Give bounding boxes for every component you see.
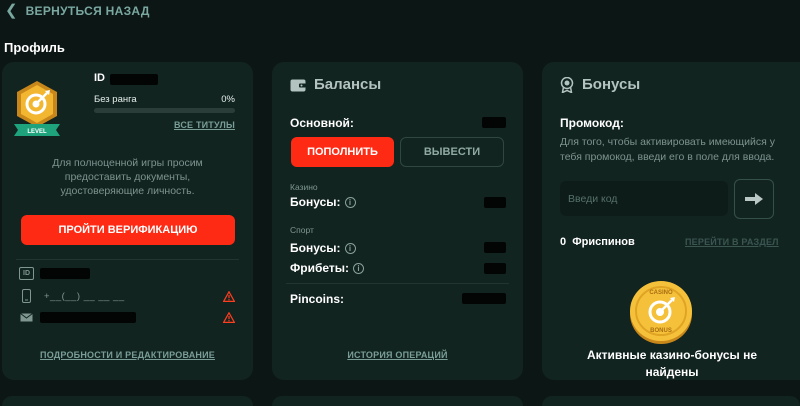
balances-title: Балансы	[314, 76, 382, 93]
wallet-icon	[290, 79, 306, 91]
balances-card: Балансы Основной: ПОПОЛНИТЬ ВЫВЕСТИ Кази…	[272, 62, 523, 380]
bonuses-card: Бонусы Промокод: Для того, чтобы активир…	[542, 62, 800, 380]
redacted-freebets	[484, 263, 506, 274]
coin-top-text: CASINO	[649, 290, 673, 296]
next-card-stub	[272, 396, 523, 406]
divider	[286, 283, 509, 284]
sport-bonuses-row: Бонусы: i	[290, 241, 356, 255]
email-icon	[20, 313, 33, 322]
redacted-casino-bonuses	[484, 197, 506, 208]
redacted-user-id	[110, 74, 158, 85]
profile-card: LEVEL ID Без ранга 0% ВСЕ ТИТУЛЫ Для пол…	[2, 62, 253, 380]
goto-section-link[interactable]: ПЕРЕЙТИ В РАЗДЕЛ	[685, 237, 779, 247]
freespins-row: 0 Фриспинов	[560, 236, 635, 248]
email-warning-icon[interactable]	[223, 312, 235, 323]
main-balance-label: Основной:	[290, 116, 354, 130]
promo-submit-button[interactable]	[734, 179, 774, 219]
deposit-button[interactable]: ПОПОЛНИТЬ	[291, 137, 394, 167]
phone-icon	[22, 289, 31, 303]
casino-bonuses-info-icon[interactable]: i	[344, 197, 356, 208]
award-ribbon-icon	[560, 76, 574, 93]
next-card-stub	[2, 396, 253, 406]
top-bar: ❮ ВЕРНУТЬСЯ НАЗАД	[0, 0, 800, 26]
rank-progress-bar	[94, 108, 235, 113]
promo-label: Промокод:	[560, 116, 624, 130]
redacted-main-balance	[482, 117, 506, 128]
redacted-sport-bonuses	[484, 242, 506, 253]
verify-button[interactable]: ПРОЙТИ ВЕРИФИКАЦИЮ	[21, 215, 235, 245]
bonuses-header: Бонусы	[560, 76, 640, 93]
freespins-label: Фриспинов	[572, 236, 635, 248]
all-titles-link[interactable]: ВСЕ ТИТУЛЫ	[174, 120, 235, 130]
casino-section-label: Казино	[290, 182, 318, 192]
next-card-stub	[542, 396, 800, 406]
balances-header: Балансы	[290, 76, 381, 93]
sport-bonuses-info-icon[interactable]: i	[344, 243, 356, 254]
freebets-label: Фрибеты:	[290, 261, 349, 275]
badge-level-text: LEVEL	[27, 129, 47, 135]
id-card-icon: ID	[19, 267, 34, 280]
no-active-bonuses-message: Активные казино-бонусы не найдены	[586, 348, 758, 379]
promo-description: Для того, чтобы активировать имеющийся у…	[560, 136, 776, 163]
sport-section-label: Спорт	[290, 225, 314, 235]
bonuses-title: Бонусы	[582, 76, 641, 93]
freespins-count: 0	[560, 236, 567, 248]
freebets-row: Фрибеты: i	[290, 261, 364, 275]
arrow-right-icon	[745, 193, 763, 205]
details-edit-link[interactable]: ПОДРОБНОСТИ И РЕДАКТИРОВАНИЕ	[2, 350, 253, 360]
divider	[16, 259, 239, 260]
back-button-label: ВЕРНУТЬСЯ НАЗАД	[25, 4, 150, 18]
casino-bonuses-row: Бонусы: i	[290, 195, 356, 209]
phone-number: +__(__) __ __ __	[44, 291, 125, 302]
promo-code-input[interactable]	[560, 181, 728, 216]
freebets-info-icon[interactable]: i	[353, 263, 364, 274]
rank-label: Без ранга	[94, 94, 137, 105]
documents-message: Для полноценной игры просим предоставить…	[52, 157, 203, 197]
history-link[interactable]: ИСТОРИЯ ОПЕРАЦИЙ	[272, 350, 523, 360]
user-id-label: ID	[94, 72, 105, 84]
page-title: Профиль	[4, 40, 65, 55]
redacted-document-id	[40, 268, 90, 279]
redacted-email	[40, 312, 136, 323]
sport-bonuses-label: Бонусы:	[290, 241, 341, 255]
coin-bottom-text: BONUS	[650, 328, 672, 334]
back-button[interactable]: ❮ ВЕРНУТЬСЯ НАЗАД	[5, 3, 150, 19]
chevron-left-icon: ❮	[5, 2, 18, 19]
redacted-pincoins	[462, 293, 506, 304]
casino-bonus-coin-icon: CASINO BONUS	[630, 281, 692, 344]
withdraw-button[interactable]: ВЫВЕСТИ	[400, 137, 504, 167]
rank-progress-percent: 0%	[221, 94, 235, 105]
casino-bonuses-label: Бонусы:	[290, 195, 341, 209]
phone-warning-icon[interactable]	[223, 291, 235, 302]
level-badge-icon: LEVEL	[14, 81, 60, 136]
pincoins-label: Pincoins:	[290, 292, 345, 306]
